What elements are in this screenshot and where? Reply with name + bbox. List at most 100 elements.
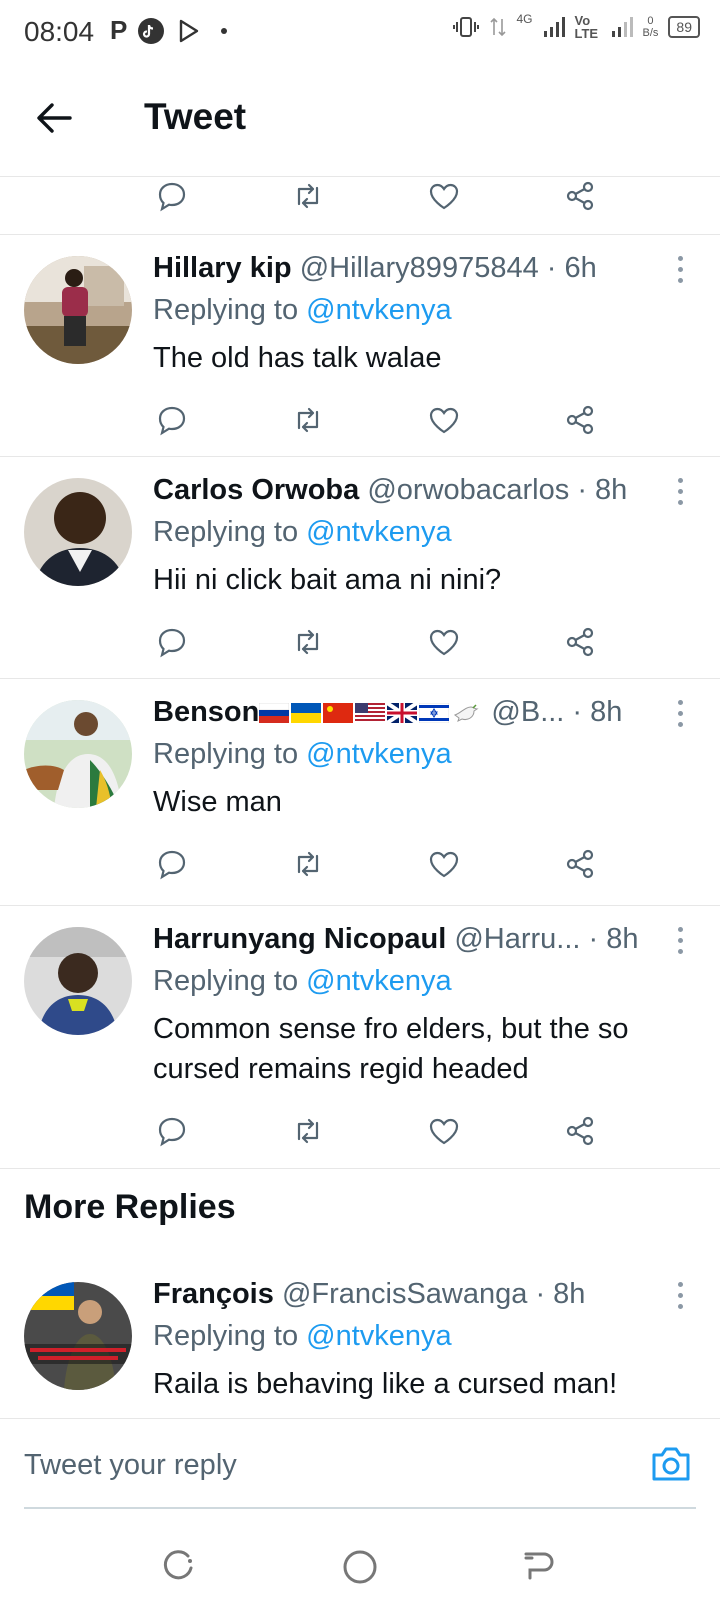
tweet-time: · 6h [546, 252, 597, 284]
replying-to: Replying to @ntvkenya [153, 738, 452, 771]
avatar[interactable] [24, 256, 132, 364]
tweet-actions-row [0, 1111, 720, 1161]
retweet-icon[interactable] [288, 176, 328, 216]
author-handle[interactable]: @Harru... [454, 923, 580, 955]
share-icon[interactable] [560, 844, 600, 884]
reply-icon[interactable] [152, 844, 192, 884]
more-options-icon[interactable] [678, 927, 686, 960]
reply-icon[interactable] [152, 400, 192, 440]
author-name[interactable]: Hillary kip [153, 252, 292, 284]
share-icon[interactable] [560, 176, 600, 216]
reply-composer: Tweet your reply [0, 1418, 720, 1514]
replying-to: Replying to @ntvkenya [153, 1320, 452, 1353]
tweet-text: Common sense fro elders, but the so curs… [153, 1013, 629, 1085]
tweet-reply[interactable]: Benson @B... · 8h Replying to @ntvkenya … [0, 680, 720, 905]
replying-to: Replying to @ntvkenya [153, 294, 452, 327]
camera-icon[interactable] [650, 1445, 692, 1483]
page-title: Tweet [144, 96, 247, 137]
author-handle[interactable]: @FrancisSawanga [282, 1278, 527, 1310]
tweet-actions-row [0, 176, 720, 226]
tweet-text: Wise man [153, 786, 282, 818]
russia-flag-icon [259, 703, 290, 724]
tweet-time: · 8h [577, 474, 628, 506]
like-icon[interactable] [424, 844, 464, 884]
divider [0, 1168, 720, 1169]
home-icon[interactable] [341, 1548, 379, 1586]
author-handle[interactable]: @B... [491, 696, 564, 728]
parking-icon: P [110, 15, 128, 45]
mention-link[interactable]: @ntvkenya [306, 965, 452, 997]
tweet-reply[interactable]: Hillary kip @Hillary89975844 · 6h Replyi… [0, 236, 720, 456]
tweet-text: Hii ni click bait ama ni nini? [153, 564, 502, 596]
mention-link[interactable]: @ntvkenya [306, 1320, 452, 1352]
speed-value: 0 [647, 15, 654, 27]
tweet-reply[interactable]: Carlos Orwoba @orwobacarlos · 8h Replyin… [0, 458, 720, 678]
like-icon[interactable] [424, 400, 464, 440]
like-icon[interactable] [424, 176, 464, 216]
avatar[interactable] [24, 700, 132, 808]
retweet-icon[interactable] [288, 400, 328, 440]
signal-icon-2 [611, 17, 633, 37]
vibrate-icon [452, 17, 479, 37]
author-handle[interactable]: @orwobacarlos [367, 474, 569, 506]
mention-link[interactable]: @ntvkenya [306, 738, 452, 770]
replying-prefix: Replying to [153, 965, 299, 997]
composer-underline [24, 1507, 696, 1509]
tweet-text: The old has talk walae [153, 342, 442, 374]
author-name[interactable]: François [153, 1278, 274, 1310]
share-icon[interactable] [560, 622, 600, 662]
dove-icon [454, 704, 479, 723]
author-handle[interactable]: @Hillary89975844 [300, 252, 539, 284]
data-arrows-icon [489, 17, 506, 37]
avatar[interactable] [24, 1282, 132, 1390]
author-name[interactable]: Harrunyang Nicopaul [153, 923, 446, 955]
avatar[interactable] [24, 927, 132, 1035]
speed-unit: B/s [642, 27, 659, 39]
author-name[interactable]: Benson [153, 696, 259, 728]
volte-label: Vo LTE [574, 13, 599, 41]
ukraine-flag-icon [291, 703, 322, 724]
back-arrow-icon[interactable] [36, 102, 72, 134]
tweet-actions-row [0, 844, 720, 894]
retweet-icon[interactable] [288, 1111, 328, 1151]
mention-link[interactable]: @ntvkenya [306, 516, 452, 548]
reply-icon[interactable] [152, 622, 192, 662]
uk-flag-icon [387, 703, 418, 724]
more-options-icon[interactable] [678, 1282, 686, 1315]
more-replies-heading: More Replies [24, 1188, 236, 1226]
mention-link[interactable]: @ntvkenya [306, 294, 452, 326]
tweet-reply[interactable]: François @FrancisSawanga · 8h Replying t… [0, 1262, 720, 1412]
tweet-actions-row [0, 400, 720, 450]
retweet-icon[interactable] [288, 622, 328, 662]
reply-input[interactable]: Tweet your reply [24, 1449, 237, 1482]
reply-icon[interactable] [152, 1111, 192, 1151]
back-nav-icon[interactable] [520, 1548, 556, 1584]
signal-icon [543, 17, 565, 37]
like-icon[interactable] [424, 622, 464, 662]
avatar[interactable] [24, 478, 132, 586]
tweet-reply[interactable]: Harrunyang Nicopaul @Harru... · 8h Reply… [0, 907, 720, 1167]
divider [0, 234, 720, 235]
replying-prefix: Replying to [153, 738, 299, 770]
share-icon[interactable] [560, 1111, 600, 1151]
more-options-icon[interactable] [678, 700, 686, 733]
status-time: 08:04 [24, 16, 95, 47]
author-name[interactable]: Carlos Orwoba [153, 474, 359, 506]
flag-emojis [259, 696, 483, 728]
tweet-time: · 8h [572, 696, 623, 728]
more-options-icon[interactable] [678, 478, 686, 511]
tiktok-icon [138, 17, 165, 44]
divider [0, 456, 720, 457]
battery-indicator: 89 [668, 16, 700, 38]
tweet-time: · 8h [535, 1278, 586, 1310]
more-options-icon[interactable] [678, 256, 686, 289]
reply-icon[interactable] [152, 176, 192, 216]
like-icon[interactable] [424, 1111, 464, 1151]
china-flag-icon [323, 703, 354, 724]
recent-apps-icon[interactable] [160, 1548, 196, 1584]
replying-to: Replying to @ntvkenya [153, 965, 452, 998]
share-icon[interactable] [560, 400, 600, 440]
status-bar: 08:04 P 4G Vo LTE 0 B/s 89 [0, 0, 720, 66]
retweet-icon[interactable] [288, 844, 328, 884]
notification-dot-icon [221, 27, 228, 34]
